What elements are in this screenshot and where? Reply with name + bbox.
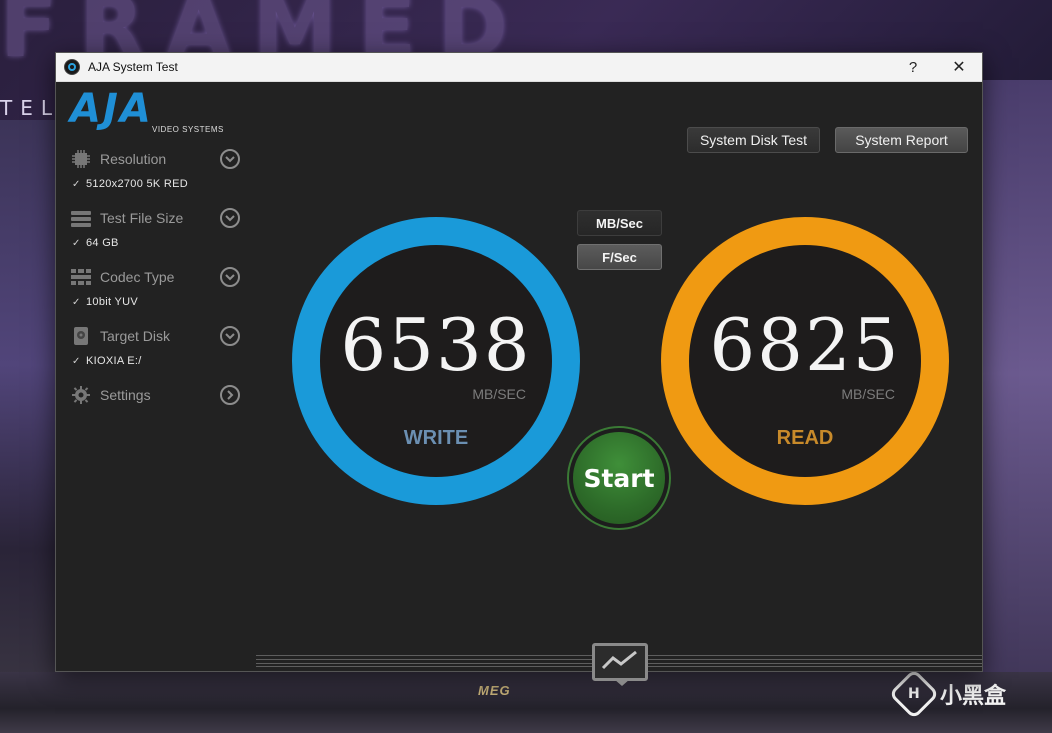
app-window: AJA System Test ? ✕ AJA VIDEO SYSTEMS Re… bbox=[55, 52, 983, 686]
disk-icon bbox=[70, 326, 92, 346]
file-size-group: Test File Size ✓ 64 GB bbox=[70, 205, 250, 264]
write-speed-value: 6538 bbox=[340, 303, 532, 387]
read-speed-value: 6825 bbox=[709, 303, 901, 387]
chevron-down-icon[interactable] bbox=[220, 267, 240, 287]
resolution-value: 5120x2700 5K RED bbox=[86, 178, 189, 190]
read-unit: MB/SEC bbox=[841, 386, 895, 402]
line-chart-icon bbox=[601, 649, 639, 676]
wallpaper-text: TEL bbox=[0, 96, 60, 120]
check-icon: ✓ bbox=[72, 237, 81, 249]
check-icon: ✓ bbox=[72, 355, 81, 367]
graph-pointer bbox=[614, 679, 630, 686]
settings-item[interactable]: Settings bbox=[70, 382, 250, 408]
read-gauge: 6825 MB/SEC READ bbox=[659, 215, 951, 507]
main-panel: AJA VIDEO SYSTEMS Resolution ✓ 5120x2700 … bbox=[56, 82, 982, 686]
wallpaper-motherboard bbox=[0, 672, 1052, 733]
system-report-button[interactable]: System Report bbox=[835, 127, 968, 153]
resolution-dropdown[interactable]: Resolution bbox=[70, 146, 250, 172]
settings-group: Settings bbox=[70, 382, 250, 441]
close-button[interactable]: ✕ bbox=[936, 53, 982, 81]
wallpaper-right bbox=[982, 80, 1052, 733]
wallpaper-board-label: MEG bbox=[478, 683, 511, 698]
app-icon bbox=[64, 59, 80, 75]
system-disk-test-button[interactable]: System Disk Test bbox=[687, 127, 820, 153]
settings-sidebar: Resolution ✓ 5120x2700 5K RED Test File S… bbox=[70, 146, 250, 441]
target-disk-dropdown[interactable]: Target Disk bbox=[70, 323, 250, 349]
target-disk-group: Target Disk ✓ KIOXIA E:/ bbox=[70, 323, 250, 382]
write-label: WRITE bbox=[403, 427, 469, 449]
graph-toggle-button[interactable] bbox=[592, 643, 648, 681]
chevron-down-icon[interactable] bbox=[220, 208, 240, 228]
target-disk-value: KIOXIA E:/ bbox=[86, 355, 142, 367]
codec-dropdown[interactable]: Codec Type bbox=[70, 264, 250, 290]
codec-value: 10bit YUV bbox=[86, 296, 139, 308]
watermark-logo-icon: H bbox=[888, 668, 940, 720]
chevron-down-icon[interactable] bbox=[220, 326, 240, 346]
codec-group: Codec Type ✓ 10bit YUV bbox=[70, 264, 250, 323]
chip-icon bbox=[70, 149, 92, 169]
aja-logo: AJA VIDEO SYSTEMS bbox=[70, 86, 224, 134]
stack-icon bbox=[70, 208, 92, 228]
wallpaper-title: FRAMED bbox=[0, 0, 530, 76]
chevron-down-icon[interactable] bbox=[220, 149, 240, 169]
check-icon: ✓ bbox=[72, 296, 81, 308]
watermark: H 小黑盒 bbox=[888, 668, 1007, 720]
grid-icon bbox=[70, 267, 92, 287]
chevron-right-icon[interactable] bbox=[220, 385, 240, 405]
write-unit: MB/SEC bbox=[472, 386, 526, 402]
file-size-value: 64 GB bbox=[86, 237, 119, 249]
start-button[interactable]: Start bbox=[567, 426, 671, 530]
gear-icon bbox=[70, 385, 92, 405]
check-icon: ✓ bbox=[72, 178, 81, 190]
write-gauge: 6538 MB/SEC WRITE bbox=[290, 215, 582, 507]
resolution-group: Resolution ✓ 5120x2700 5K RED bbox=[70, 146, 250, 205]
title-bar[interactable]: AJA System Test ? ✕ bbox=[56, 53, 982, 82]
help-button[interactable]: ? bbox=[890, 53, 936, 81]
mb-sec-toggle[interactable]: MB/Sec bbox=[577, 210, 662, 236]
file-size-dropdown[interactable]: Test File Size bbox=[70, 205, 250, 231]
wallpaper-left bbox=[0, 120, 56, 733]
start-label: Start bbox=[573, 432, 665, 524]
watermark-text: 小黑盒 bbox=[940, 684, 1007, 709]
read-label: READ bbox=[776, 427, 834, 449]
f-sec-toggle[interactable]: F/Sec bbox=[577, 244, 662, 270]
window-title: AJA System Test bbox=[88, 60, 178, 74]
